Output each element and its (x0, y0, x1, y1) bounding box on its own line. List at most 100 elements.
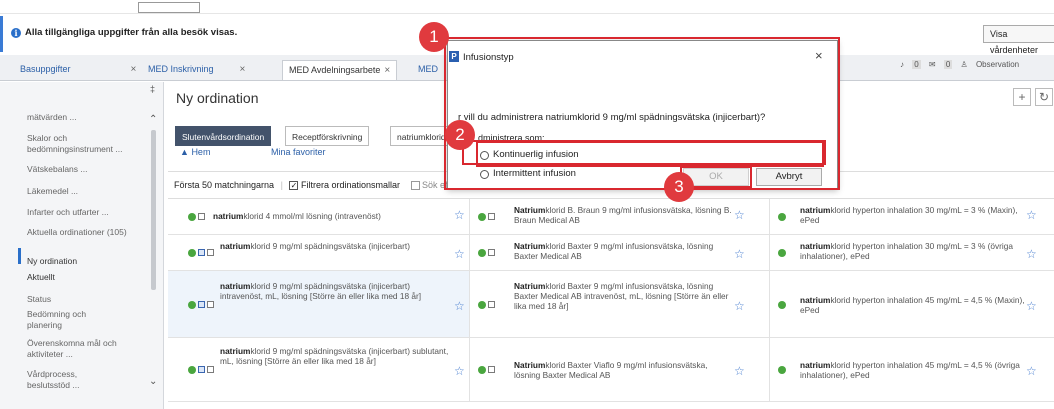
status-dot (778, 366, 786, 374)
bell-icon[interactable]: ♪ (900, 60, 904, 69)
form-icon (488, 301, 495, 308)
star-icon[interactable]: ☆ (734, 247, 745, 261)
sidebar-item[interactable]: Vätskebalans ... (27, 164, 147, 175)
table-row-selected[interactable]: natriumklorid 9 mg/ml spädningsvätska (i… (168, 271, 1054, 338)
cell-text: Natriumklorid Baxter Viaflo 9 mg/ml infu… (514, 360, 708, 380)
form-icon (198, 249, 205, 256)
close-icon[interactable]: × (131, 64, 137, 75)
star-icon[interactable]: ☆ (1026, 208, 1037, 222)
form-icon (488, 366, 495, 373)
grid-cell[interactable]: natriumklorid 4 mmol/ml lösning (intrave… (168, 199, 470, 234)
tab-med[interactable]: MED (418, 60, 438, 80)
search-input[interactable]: natriumklorid (390, 126, 450, 146)
close-icon[interactable]: × (384, 65, 390, 76)
grid-cell[interactable]: Natriumklorid Baxter 9 mg/ml infusionsvä… (470, 271, 770, 337)
grid-cell[interactable]: Natriumklorid Baxter Viaflo 9 mg/ml infu… (470, 338, 770, 401)
grid-cell[interactable]: natriumklorid hyperton inhalation 30 mg/… (770, 199, 1054, 234)
star-icon[interactable]: ☆ (1026, 247, 1037, 261)
sidebar-pin-icon[interactable]: ‡ (150, 84, 155, 94)
info-icon: i (11, 28, 21, 38)
form-icon (198, 213, 205, 220)
grid-cell[interactable]: natriumklorid hyperton inhalation 45 mg/… (770, 338, 1054, 401)
tab-slutenvardsordination[interactable]: Slutenvårdsordination (175, 126, 272, 146)
star-icon[interactable]: ☆ (454, 208, 465, 222)
search-more-checkbox[interactable] (410, 181, 420, 191)
sidebar-item[interactable]: Bedömning och planering (27, 309, 107, 331)
status-dot (478, 366, 486, 374)
sidebar-item[interactable]: Aktuellt (27, 272, 147, 283)
tab-med-avdelningsarbete[interactable]: MED Avdelningsarbete × (282, 60, 398, 80)
sidebar-item[interactable]: Läkemedel ... (27, 186, 147, 197)
form-icon (488, 249, 495, 256)
filter-checkbox[interactable]: ✓ (289, 181, 299, 191)
star-icon[interactable]: ☆ (734, 364, 745, 378)
cell-text: natriumklorid 4 mmol/ml lösning (intrave… (213, 211, 381, 221)
mail-icon[interactable]: ✉ (929, 60, 936, 69)
tab-receptforskrivning[interactable]: Receptförskrivning (285, 126, 370, 146)
star-icon[interactable]: ☆ (734, 299, 745, 313)
star-icon[interactable]: ☆ (454, 247, 465, 261)
sidebar-item[interactable]: Överenskomna mål och aktiviteter ... (27, 338, 147, 360)
add-button[interactable]: + (1013, 88, 1031, 106)
show-care-units-button[interactable]: Visa vårdenheter (983, 25, 1054, 55)
tab-label: MED Inskrivning (148, 64, 214, 74)
tab-med-inskrivning[interactable]: MED Inskrivning × (148, 60, 245, 80)
status-dot (778, 301, 786, 309)
scroll-down-icon[interactable]: ⌄ (149, 376, 157, 387)
observation-label[interactable]: Observation (976, 60, 1019, 69)
info-message: Alla tillgängliga uppgifter från alla be… (25, 27, 238, 38)
table-row[interactable]: natriumklorid 9 mg/ml spädningsvätska (i… (168, 235, 1054, 271)
cell-text: natriumklorid 9 mg/ml spädningsvätska (i… (220, 346, 449, 366)
star-icon[interactable]: ☆ (734, 208, 745, 222)
home-link[interactable]: Hem (191, 147, 210, 157)
table-row[interactable]: natriumklorid 4 mmol/ml lösning (intrave… (168, 199, 1054, 235)
sidebar-item[interactable]: Status (27, 294, 147, 305)
star-icon[interactable]: ☆ (1026, 364, 1037, 378)
grid-cell[interactable]: natriumklorid 9 mg/ml spädningsvätska (i… (168, 235, 470, 270)
highlight-dialog-box (444, 37, 840, 190)
person-icon: ♙ (960, 60, 968, 69)
grid-cell[interactable]: natriumklorid 9 mg/ml spädningsvätska (i… (168, 271, 470, 337)
favorites-link[interactable]: Mina favoriter (271, 147, 326, 157)
grid-cell[interactable]: natriumklorid hyperton inhalation 45 mg/… (770, 271, 1054, 337)
status-dot (778, 249, 786, 257)
star-icon[interactable]: ☆ (454, 364, 465, 378)
status-dot (478, 301, 486, 309)
cell-text: natriumklorid hyperton inhalation 30 mg/… (800, 241, 1013, 261)
grid-cell[interactable]: Natriumklorid Baxter 9 mg/ml infusionsvä… (470, 235, 770, 270)
refresh-icon[interactable]: ↻ (1035, 88, 1053, 106)
sidebar-item-ny-ordination[interactable]: Ny ordination (27, 256, 147, 267)
cell-text: natriumklorid hyperton inhalation 45 mg/… (800, 360, 1020, 380)
top-input-box[interactable] (138, 2, 200, 13)
grid-cell[interactable]: Natriumklorid B. Braun 9 mg/ml infusions… (470, 199, 770, 234)
cell-text: natriumklorid hyperton inhalation 30 mg/… (800, 205, 1018, 225)
table-row[interactable]: natriumklorid 9 mg/ml spädningsvätska (i… (168, 338, 1054, 402)
toolbar-right: ♪ 0 ✉ 0 ♙ Observation (900, 60, 1025, 76)
count-badge: 0 (943, 60, 953, 69)
cell-text: natriumklorid 9 mg/ml spädningsvätska (i… (220, 241, 410, 251)
form-icon (207, 249, 214, 256)
tab-basuppgifter[interactable]: Basuppgifter × (20, 60, 136, 80)
tab-label: MED Avdelningsarbete (289, 65, 381, 75)
grid-cell[interactable]: natriumklorid 9 mg/ml spädningsvätska (i… (168, 338, 470, 401)
cell-text: Natriumklorid Baxter 9 mg/ml infusionsvä… (514, 241, 714, 261)
sidebar-item[interactable]: Vårdprocess, beslutsstöd ... (27, 369, 117, 391)
step-badge-2: 2 (445, 120, 475, 150)
sidebar-scrollbar[interactable] (151, 130, 156, 290)
form-icon (207, 366, 214, 373)
close-icon[interactable]: × (240, 64, 246, 75)
grid-cell[interactable]: natriumklorid hyperton inhalation 30 mg/… (770, 235, 1054, 270)
sidebar-item[interactable]: mätvärden ... (27, 112, 147, 123)
star-icon[interactable]: ☆ (454, 299, 465, 313)
top-strip (0, 0, 1054, 14)
sidebar-item[interactable]: Aktuella ordinationer (105) (27, 227, 127, 238)
star-icon[interactable]: ☆ (1026, 299, 1037, 313)
sidebar-item[interactable]: Skalor och bedömningsinstrument ... (27, 133, 147, 155)
scroll-up-icon[interactable]: ⌃ (149, 114, 157, 125)
tab-label: Basuppgifter (20, 64, 71, 74)
sidebar-item[interactable]: Infarter och utfarter ... (27, 207, 147, 218)
nav-links: ▲ Hem Mina favoriter (180, 147, 326, 157)
page-title: Ny ordination (176, 90, 259, 106)
home-icon[interactable]: ▲ (180, 147, 189, 157)
tab-label: MED (418, 64, 438, 74)
